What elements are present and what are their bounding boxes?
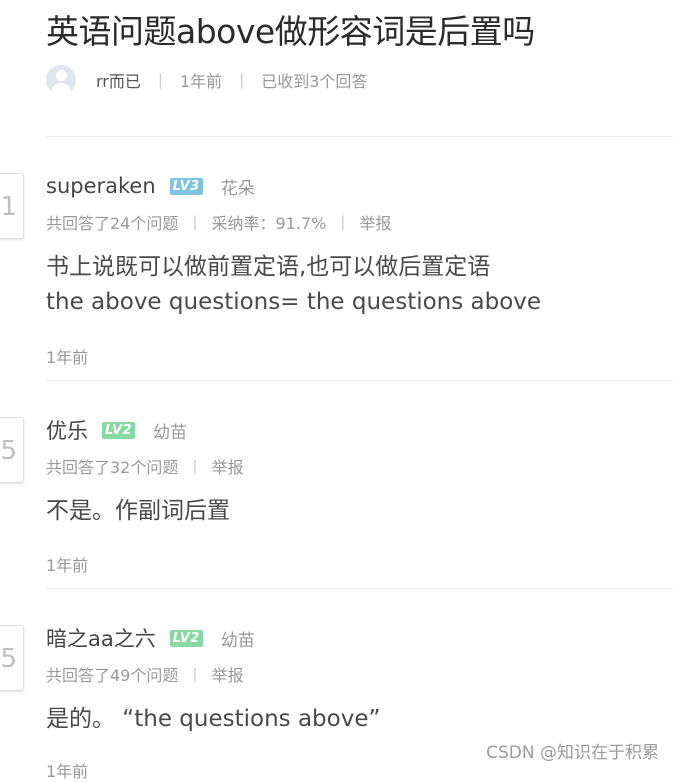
level-badge: LV2 [169,629,203,647]
answerer-avatar[interactable]: 1 [0,173,24,239]
stats-separator: | [192,665,198,683]
answerer-name[interactable]: 优乐 [46,415,88,445]
asker-avatar[interactable] [46,65,76,95]
answer-header: superaken LV3 花朵 [46,172,255,200]
meta-separator: | [157,71,163,89]
stats-separator: | [192,457,198,475]
answer-line: the above questions= the questions above [46,289,542,315]
answer-line: 书上说既可以做前置定语,也可以做后置定语 [46,254,491,280]
asker-name[interactable]: rr而已 [96,68,141,92]
adoption-rate: 采纳率：91.7% [211,214,327,233]
answer-line: 是的。 “the questions above” [46,706,381,732]
answered-count: 共回答了49个问题 [46,666,179,685]
meta-separator: | [239,71,245,89]
level-badge: LV2 [102,421,136,439]
report-link[interactable]: 举报 [211,662,243,686]
answer-time: 1年前 [46,556,89,575]
answer-content: 是的。 “the questions above” [46,702,380,737]
divider [46,136,673,137]
question-title: 英语问题above做形容词是后置吗 [46,12,535,51]
answer-header: 优乐 LV2 幼苗 [46,416,187,444]
answerer-rank: 花朵 [220,178,255,199]
divider [46,588,673,589]
answer-count: 已收到3个回答 [261,72,368,91]
stats-separator: | [192,213,198,231]
report-link[interactable]: 举报 [359,210,391,234]
answerer-rank: 幼苗 [153,422,188,443]
question-meta: rr而已 | 1年前 | 已收到3个回答 [46,63,367,97]
answerer-name[interactable]: superaken [46,174,156,198]
level-badge: LV3 [169,177,203,195]
answer-stats: 共回答了49个问题 | 举报 [46,662,243,686]
answer-stats: 共回答了24个问题 | 采纳率：91.7% | 举报 [46,210,391,234]
answerer-name[interactable]: 暗之aa之六 [46,623,156,653]
answer-header: 暗之aa之六 LV2 幼苗 [46,624,255,652]
answer-line: 不是。作副词后置 [46,498,230,524]
answered-count: 共回答了24个问题 [46,214,179,233]
report-link[interactable]: 举报 [211,454,243,478]
watermark: CSDN @知识在于积累 [486,743,659,763]
answerer-avatar[interactable]: 5 [0,417,24,483]
answer-content: 书上说既可以做前置定语,也可以做后置定语 the above questions… [46,250,541,320]
question-time: 1年前 [179,72,223,91]
stats-separator: | [340,213,346,231]
answer-content: 不是。作副词后置 [46,494,230,529]
answer-time: 1年前 [46,348,89,367]
divider [46,380,673,381]
answer-time: 1年前 [46,762,89,781]
answer-stats: 共回答了32个问题 | 举报 [46,454,243,478]
answered-count: 共回答了32个问题 [46,458,179,477]
answerer-avatar[interactable]: 5 [0,625,24,691]
answerer-rank: 幼苗 [220,630,255,651]
